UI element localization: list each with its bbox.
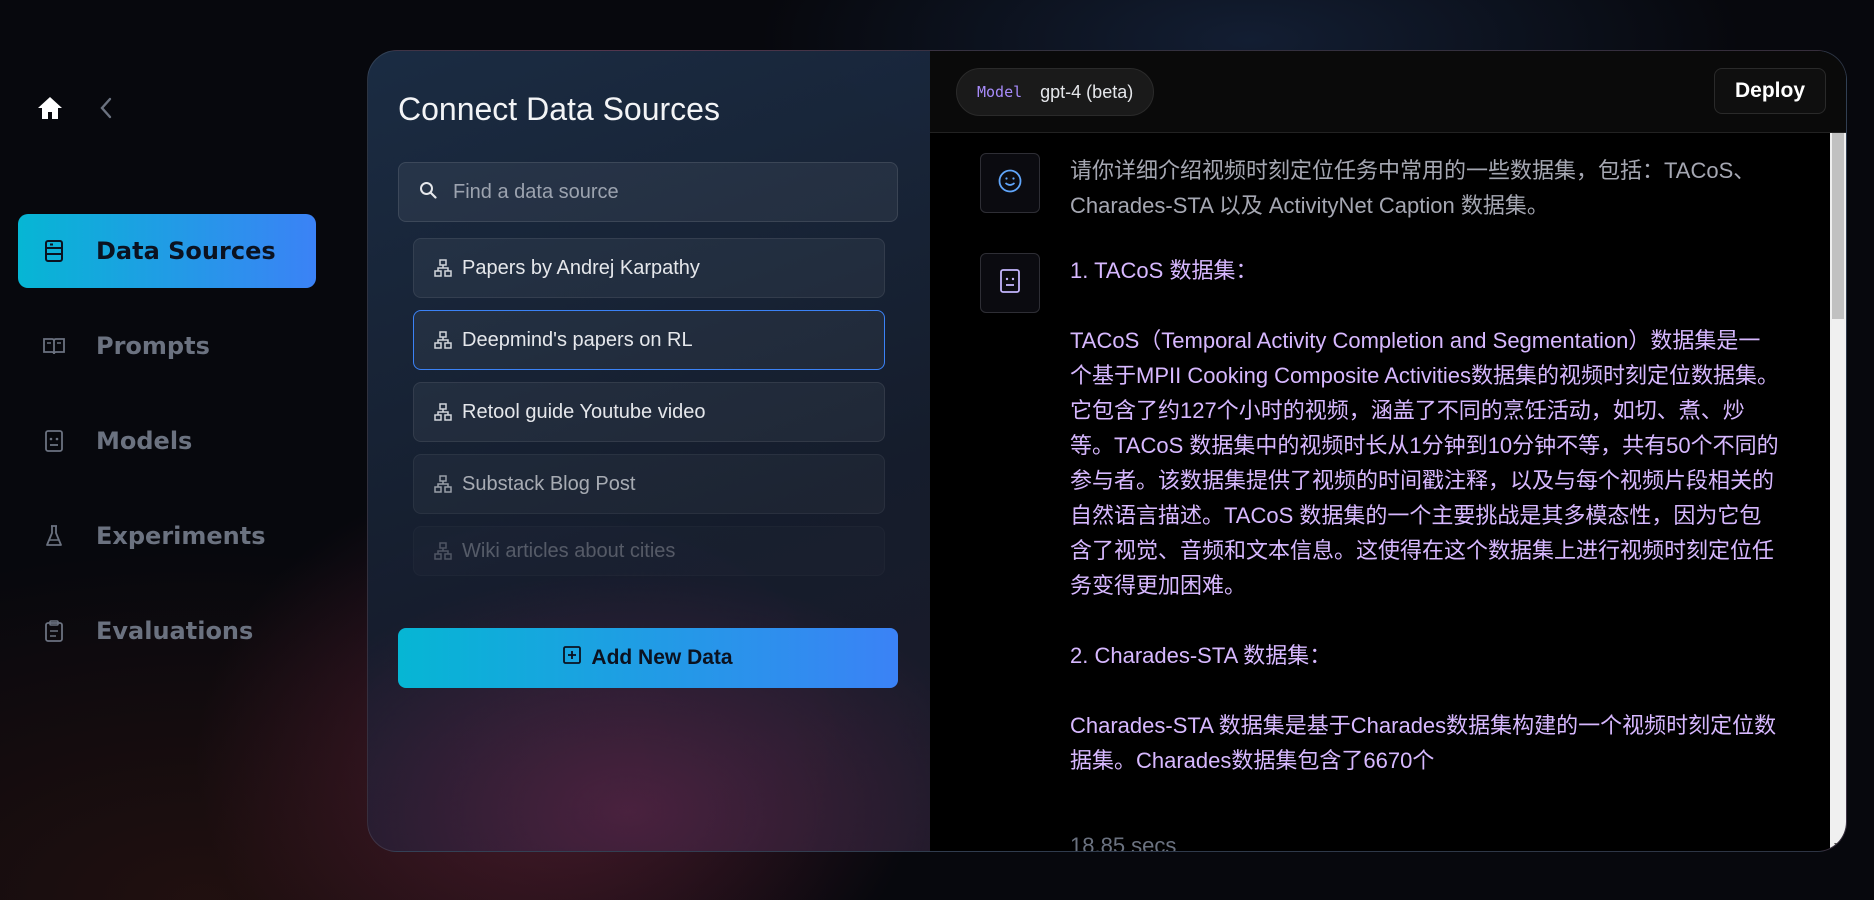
- message-list: 请你详细介绍视频时刻定位任务中常用的一些数据集，包括：TACoS、Charade…: [930, 133, 1830, 851]
- scroll-down-arrow[interactable]: [1834, 843, 1842, 849]
- assistant-message-text: 1. TACoS 数据集： TACoS（Temporal Activity Co…: [1070, 258, 1780, 773]
- home-icon[interactable]: [36, 95, 64, 121]
- data-source-label: Retool guide Youtube video: [462, 400, 706, 423]
- data-source-item[interactable]: Retool guide Youtube video: [413, 382, 885, 442]
- sitemap-icon: [434, 331, 452, 349]
- data-source-item[interactable]: Papers by Andrej Karpathy: [413, 238, 885, 298]
- model-selector[interactable]: Model gpt-4 (beta): [956, 68, 1155, 116]
- chat-panel: Model gpt-4 (beta) Deploy 请你详细介绍视频时刻定位任务…: [930, 51, 1846, 851]
- user-message: 请你详细介绍视频时刻定位任务中常用的一些数据集，包括：TACoS、Charade…: [980, 153, 1780, 223]
- sidebar-item-label: Models: [96, 427, 193, 455]
- search-box: [398, 162, 898, 222]
- model-tag: Model: [977, 83, 1023, 101]
- data-source-item[interactable]: Deepmind's papers on RL: [413, 310, 885, 370]
- sitemap-icon: [434, 259, 452, 277]
- data-source-list: Papers by Andrej Karpathy Deepmind's pap…: [413, 238, 885, 588]
- sidebar-item-label: Evaluations: [96, 617, 254, 645]
- database-icon: [42, 239, 66, 263]
- robot-icon: [999, 268, 1021, 298]
- model-value: gpt-4 (beta): [1040, 81, 1134, 102]
- sidebar-item-label: Experiments: [96, 522, 266, 550]
- sitemap-icon: [434, 542, 452, 560]
- chevron-left-icon[interactable]: [98, 96, 114, 120]
- data-source-label: Deepmind's papers on RL: [462, 328, 693, 351]
- top-navigation: [36, 95, 114, 121]
- flask-icon: [42, 524, 66, 548]
- robot-icon: [42, 429, 66, 453]
- assistant-avatar: [980, 253, 1040, 313]
- smile-icon: [997, 168, 1023, 198]
- user-message-text: 请你详细介绍视频时刻定位任务中常用的一些数据集，包括：TACoS、Charade…: [1070, 158, 1756, 218]
- sidebar-item-prompts[interactable]: Prompts: [18, 309, 316, 383]
- book-icon: [42, 334, 66, 358]
- response-time: 18.85 secs: [1070, 833, 1177, 851]
- deploy-button[interactable]: Deploy: [1713, 68, 1826, 114]
- data-source-item[interactable]: Substack Blog Post: [413, 454, 885, 514]
- sidebar-item-label: Prompts: [96, 332, 210, 360]
- sitemap-icon: [434, 475, 452, 493]
- data-source-label: Substack Blog Post: [462, 472, 636, 495]
- data-source-label: Papers by Andrej Karpathy: [462, 256, 700, 279]
- sidebar-item-models[interactable]: Models: [18, 404, 316, 478]
- chat-scrollbar[interactable]: [1830, 133, 1846, 851]
- add-new-data-label: Add New Data: [591, 646, 733, 669]
- plus-square-icon: [563, 646, 582, 670]
- sidebar-item-evaluations[interactable]: Evaluations: [18, 594, 316, 668]
- sitemap-icon: [434, 403, 452, 421]
- sidebar-item-experiments[interactable]: Experiments: [18, 499, 316, 573]
- assistant-message: 1. TACoS 数据集： TACoS（Temporal Activity Co…: [980, 253, 1780, 778]
- data-source-label: Wiki articles about cities: [462, 539, 676, 562]
- search-input[interactable]: [451, 179, 875, 205]
- search-icon: [419, 181, 437, 203]
- page-title: Connect Data Sources: [398, 91, 720, 127]
- sidebar-item-label: Data Sources: [96, 237, 276, 265]
- connect-data-sources-panel: Connect Data Sources Papers by Andrej Ka…: [368, 51, 930, 851]
- main-panel: Connect Data Sources Papers by Andrej Ka…: [367, 50, 1847, 852]
- sidebar-nav: Data Sources Prompts Models Experiments …: [18, 214, 316, 689]
- data-source-item[interactable]: Wiki articles about cities: [413, 526, 885, 576]
- sidebar-item-data-sources[interactable]: Data Sources: [18, 214, 316, 288]
- user-avatar: [980, 153, 1040, 213]
- scrollbar-thumb[interactable]: [1832, 133, 1844, 319]
- add-new-data-button[interactable]: Add New Data: [398, 628, 898, 688]
- clipboard-icon: [42, 619, 66, 643]
- chat-header: Model gpt-4 (beta) Deploy: [930, 51, 1846, 133]
